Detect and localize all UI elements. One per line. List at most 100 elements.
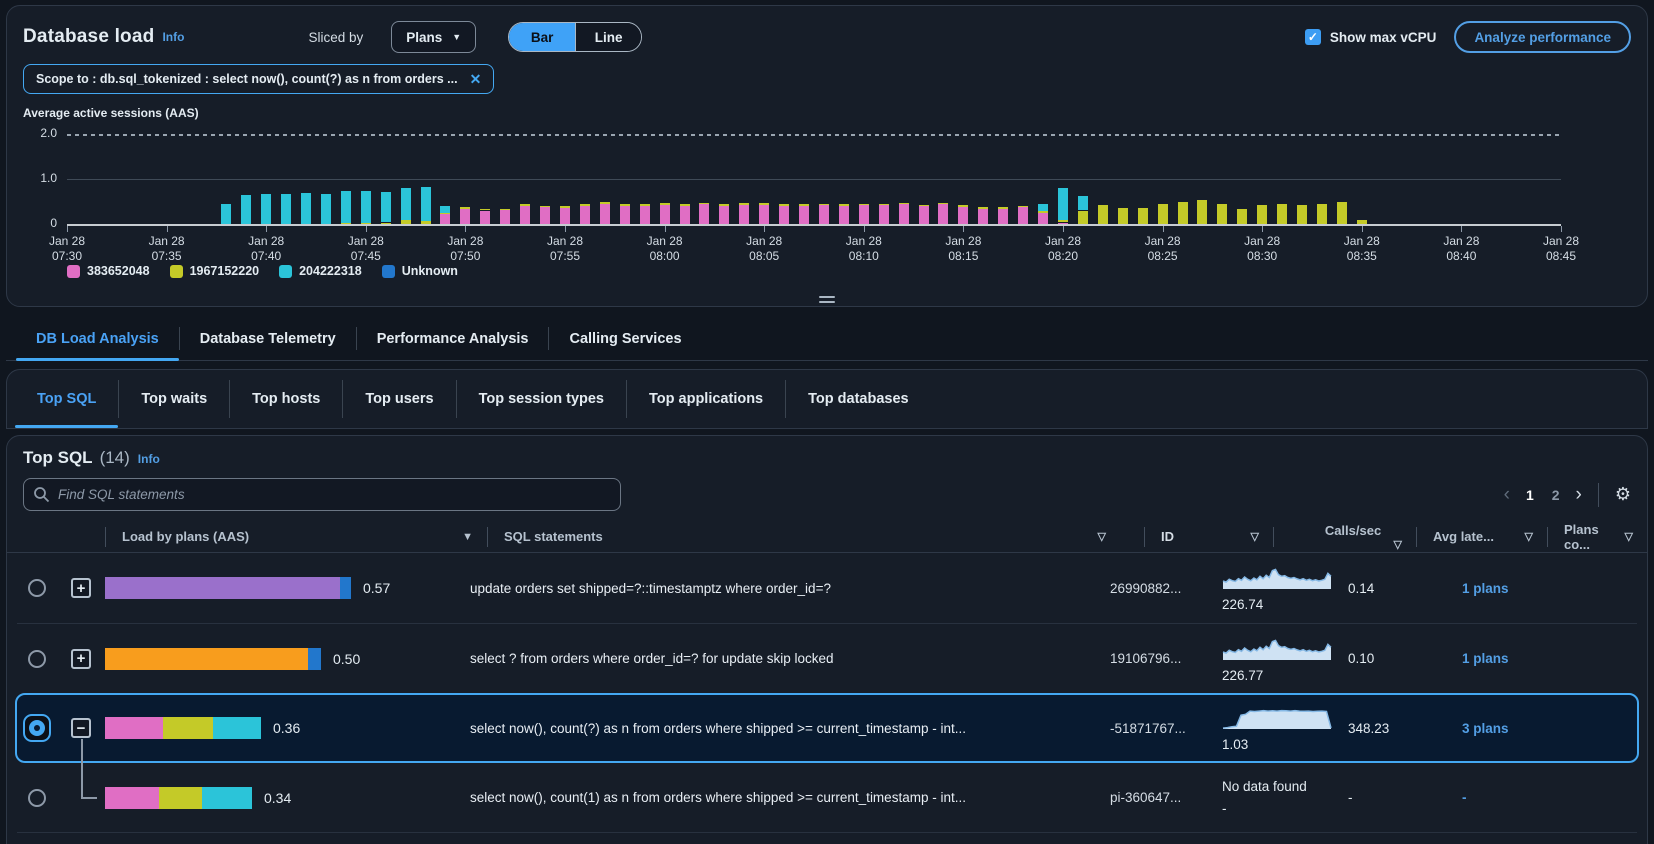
plans-count-link[interactable]: - — [1462, 790, 1467, 805]
chart-bar-segment[interactable] — [341, 223, 351, 225]
subtab-top-users[interactable]: Top users — [343, 370, 455, 428]
column-header-plans-co[interactable]: Plans co...▽ — [1564, 522, 1647, 552]
chart-bar-segment[interactable] — [819, 205, 829, 224]
subtab-top-hosts[interactable]: Top hosts — [230, 370, 342, 428]
chart-bar-segment[interactable] — [1038, 211, 1048, 213]
chart-bar-segment[interactable] — [1018, 206, 1028, 208]
chart-bar-segment[interactable] — [958, 207, 968, 224]
chart-bar-segment[interactable] — [401, 188, 411, 220]
chart-bar-segment[interactable] — [361, 191, 371, 223]
chart-bar-segment[interactable] — [440, 206, 450, 212]
chart-bar-segment[interactable] — [978, 209, 988, 224]
chart-bar-segment[interactable] — [540, 206, 550, 208]
chart-bar-segment[interactable] — [1078, 211, 1088, 225]
table-row[interactable]: +0.57update orders set shipped=?::timest… — [17, 553, 1637, 623]
checkbox-check-icon[interactable]: ✓ — [1305, 29, 1321, 45]
aas-chart-plot[interactable]: 3836520481967152220204222318Unknown 01.0… — [23, 124, 1631, 292]
chart-bar-segment[interactable] — [341, 191, 351, 223]
chart-bar-segment[interactable] — [680, 206, 690, 224]
chart-bar-segment[interactable] — [1217, 204, 1227, 224]
chart-bar-segment[interactable] — [361, 223, 371, 225]
radio-selected[interactable] — [23, 714, 51, 742]
legend-item[interactable]: 204222318 — [279, 264, 362, 278]
show-max-vcpu-checkbox[interactable]: ✓ Show max vCPU — [1305, 29, 1437, 45]
sql-statement-link[interactable]: select now(), count(?) as n from orders … — [470, 721, 966, 736]
subtab-top-applications[interactable]: Top applications — [627, 370, 785, 428]
chart-bar-segment[interactable] — [699, 203, 709, 205]
chart-bar-segment[interactable] — [1178, 202, 1188, 224]
chart-bar-segment[interactable] — [580, 206, 590, 224]
subtab-top-waits[interactable]: Top waits — [119, 370, 229, 428]
chart-bar-segment[interactable] — [600, 202, 610, 204]
gear-icon[interactable]: ⚙ — [1615, 484, 1631, 505]
chart-bar-segment[interactable] — [1118, 208, 1128, 224]
chart-bar-segment[interactable] — [321, 194, 331, 224]
sql-statement-link[interactable]: update orders set shipped=?::timestamptz… — [470, 581, 831, 596]
table-row[interactable]: 0.34select now(), count(1) as n from ord… — [17, 763, 1637, 833]
chart-bar-segment[interactable] — [580, 204, 590, 206]
analyze-performance-button[interactable]: Analyze performance — [1454, 21, 1631, 53]
chart-bar-segment[interactable] — [500, 210, 510, 224]
chart-bar-segment[interactable] — [600, 204, 610, 224]
chart-bar-segment[interactable] — [899, 204, 909, 224]
subtab-top-databases[interactable]: Top databases — [786, 370, 930, 428]
chart-bar-segment[interactable] — [460, 209, 470, 224]
chart-bar-segment[interactable] — [1078, 196, 1088, 210]
pagination-next-icon[interactable]: › — [1576, 484, 1582, 506]
table-row[interactable]: −0.36select now(), count(?) as n from or… — [15, 693, 1639, 763]
chart-bar-segment[interactable] — [1138, 208, 1148, 224]
filter-icon[interactable]: ▽ — [1525, 530, 1533, 543]
plans-count-link[interactable]: 1 plans — [1462, 651, 1509, 666]
chart-bar-segment[interactable] — [998, 209, 1008, 224]
chart-bar-segment[interactable] — [640, 204, 650, 206]
chart-bar-segment[interactable] — [560, 208, 570, 224]
chart-bar-segment[interactable] — [221, 204, 231, 224]
chart-bar-segment[interactable] — [1058, 188, 1068, 220]
filter-icon[interactable]: ▽ — [1098, 530, 1106, 543]
chart-bar-segment[interactable] — [799, 204, 809, 206]
chart-bar-segment[interactable] — [1277, 204, 1287, 224]
chart-bar-segment[interactable] — [799, 206, 809, 224]
sql-statement-link[interactable]: select ? from orders where order_id=? fo… — [470, 651, 834, 666]
chart-bar-segment[interactable] — [241, 195, 251, 224]
table-row[interactable]: +0.50select ? from orders where order_id… — [17, 623, 1637, 693]
chart-bar-segment[interactable] — [819, 204, 829, 206]
page-2[interactable]: 2 — [1552, 487, 1560, 503]
pagination-prev-icon[interactable]: ‹ — [1504, 484, 1510, 506]
chart-bar-segment[interactable] — [699, 204, 709, 224]
chart-bar-segment[interactable] — [480, 211, 490, 225]
chart-bar-segment[interactable] — [680, 204, 690, 206]
chart-bar-segment[interactable] — [1337, 202, 1347, 225]
chart-bar-segment[interactable] — [560, 206, 570, 208]
chart-bar-segment[interactable] — [261, 194, 271, 224]
chart-bar-segment[interactable] — [1058, 220, 1068, 223]
subtab-top-sql[interactable]: Top SQL — [15, 370, 118, 428]
chart-bar-segment[interactable] — [421, 187, 431, 221]
tab-db-load-analysis[interactable]: DB Load Analysis — [16, 317, 179, 360]
chart-bar-segment[interactable] — [381, 192, 391, 222]
plans-count-link[interactable]: 3 plans — [1462, 721, 1509, 736]
slice-by-dropdown[interactable]: Plans ▼ — [391, 21, 476, 53]
subtab-top-session-types[interactable]: Top session types — [457, 370, 626, 428]
chart-bar-segment[interactable] — [839, 204, 849, 206]
collapse-icon[interactable]: − — [71, 718, 91, 738]
chart-bar-segment[interactable] — [1357, 220, 1367, 225]
chart-bar-segment[interactable] — [779, 206, 789, 224]
tab-database-telemetry[interactable]: Database Telemetry — [180, 317, 356, 360]
chart-bar-segment[interactable] — [958, 205, 968, 207]
chart-bar-segment[interactable] — [879, 205, 889, 224]
chart-bar-segment[interactable] — [301, 193, 311, 225]
chart-bar-segment[interactable] — [938, 203, 948, 205]
toggle-bar-option[interactable]: Bar — [509, 23, 575, 51]
close-icon[interactable]: ✕ — [470, 71, 482, 88]
radio-unselected[interactable] — [28, 579, 46, 597]
chart-bar-segment[interactable] — [1018, 207, 1028, 224]
chart-bar-segment[interactable] — [520, 204, 530, 206]
chart-bar-segment[interactable] — [859, 204, 869, 206]
chart-bar-segment[interactable] — [620, 206, 630, 224]
chart-bar-segment[interactable] — [1237, 209, 1247, 224]
chart-bar-segment[interactable] — [998, 207, 1008, 209]
chart-bar-segment[interactable] — [938, 204, 948, 224]
sql-statement-link[interactable]: select now(), count(1) as n from orders … — [470, 790, 966, 805]
chart-bar-segment[interactable] — [899, 203, 909, 205]
